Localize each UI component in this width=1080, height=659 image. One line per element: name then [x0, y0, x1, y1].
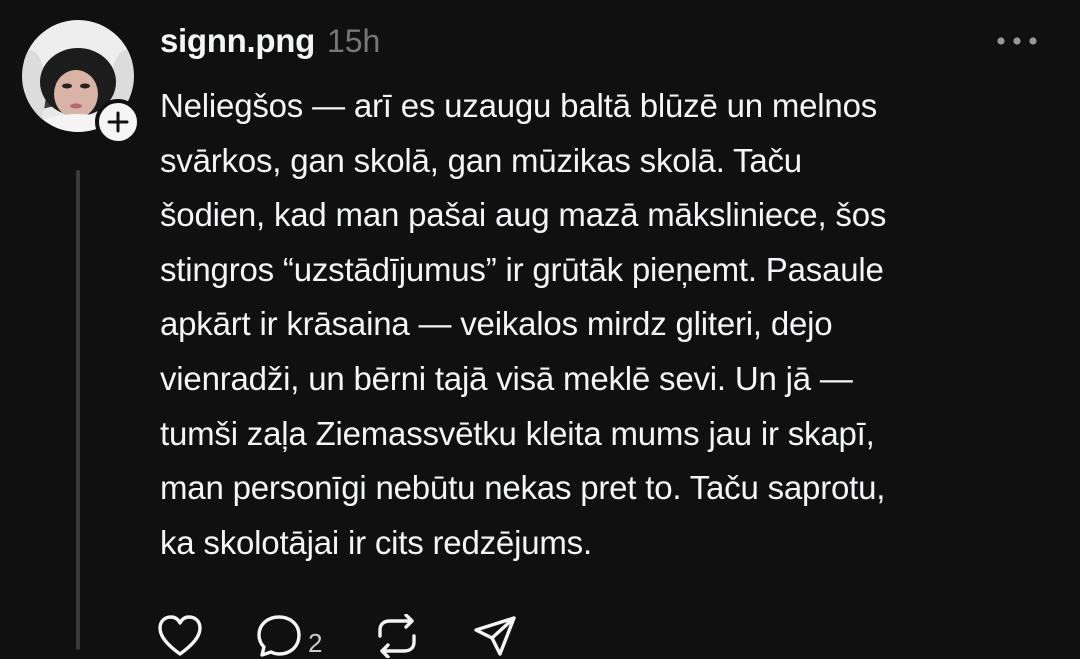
like-button[interactable] [156, 614, 204, 658]
share-icon [474, 616, 517, 656]
reply-button[interactable]: 2 [256, 614, 322, 659]
thread-line [76, 170, 80, 650]
more-options-button[interactable] [992, 26, 1042, 56]
share-button[interactable] [472, 614, 518, 658]
post-actions: 2 [156, 614, 570, 658]
follow-button[interactable] [95, 99, 141, 145]
reply-count: 2 [308, 628, 323, 658]
repost-button[interactable] [374, 614, 420, 658]
comment-icon [257, 615, 301, 657]
repost-icon [378, 614, 417, 658]
post-text: Neliegšos — arī es uzaugu baltā blūzē un… [160, 87, 887, 561]
avatar-container [22, 20, 141, 145]
more-horizontal-icon [997, 37, 1037, 45]
post-header: signn.png 15h [160, 22, 380, 66]
username[interactable]: signn.png [160, 22, 315, 60]
heart-icon [158, 615, 202, 656]
plus-icon [107, 111, 129, 133]
timestamp: 15h [326, 23, 381, 59]
